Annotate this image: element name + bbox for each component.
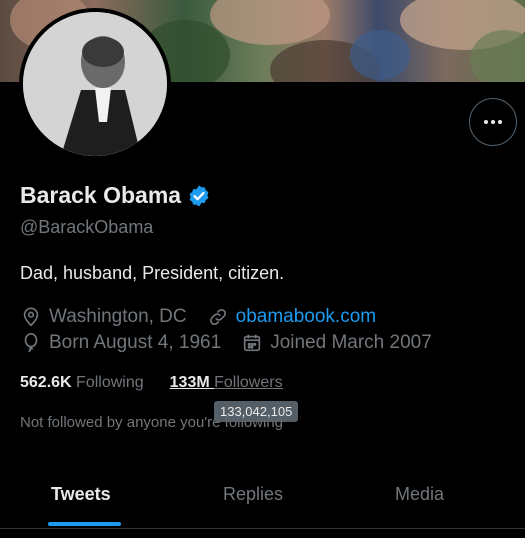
following-link[interactable]: 562.6K Following: [20, 374, 144, 392]
profile-handle: @BarackObama: [20, 217, 154, 237]
follow-stats: 562.6K Following 133M Followers: [20, 374, 283, 392]
website-item[interactable]: obamabook.com: [207, 306, 376, 328]
followers-count: 133M: [169, 374, 210, 391]
active-tab-indicator: [48, 522, 121, 526]
tab-tweets[interactable]: Tweets: [51, 484, 111, 505]
following-count: 562.6K: [20, 374, 72, 391]
location-item: Washington, DC: [20, 306, 187, 328]
more-options-button[interactable]: [469, 98, 517, 146]
balloon-icon: [20, 332, 42, 354]
birthday-item: Born August 4, 1961: [20, 332, 221, 354]
more-horizontal-icon: [484, 120, 502, 124]
followers-link[interactable]: 133M Followers: [170, 374, 283, 392]
profile-tabs: Tweets Replies Media: [0, 466, 525, 528]
profile-meta-row-1: Washington, DC obamabook.com: [20, 306, 396, 328]
website-link[interactable]: obamabook.com: [236, 306, 376, 328]
location-text: Washington, DC: [49, 306, 187, 327]
map-pin-icon: [20, 306, 42, 328]
tab-media[interactable]: Media: [395, 484, 444, 505]
profile-name-row: Barack Obama: [20, 182, 211, 209]
calendar-icon: [241, 332, 263, 354]
followers-label: Followers: [214, 374, 283, 391]
profile-meta-row-2: Born August 4, 1961 Joined March 2007: [20, 332, 452, 354]
joined-text: Joined March 2007: [270, 332, 432, 353]
following-label: Following: [76, 374, 144, 391]
followers-tooltip: 133,042,105: [214, 401, 299, 422]
profile-page: Barack Obama @BarackObama Dad, husband, …: [0, 0, 525, 538]
joined-item: Joined March 2007: [241, 332, 432, 354]
tab-replies[interactable]: Replies: [223, 484, 283, 505]
verified-badge-icon[interactable]: [187, 184, 211, 208]
link-icon: [207, 306, 229, 328]
profile-avatar[interactable]: [19, 8, 171, 160]
profile-name: Barack Obama: [20, 182, 182, 208]
tabs-divider: [0, 528, 525, 529]
profile-bio: Dad, husband, President, citizen.: [20, 263, 285, 283]
birthday-text: Born August 4, 1961: [49, 332, 222, 353]
